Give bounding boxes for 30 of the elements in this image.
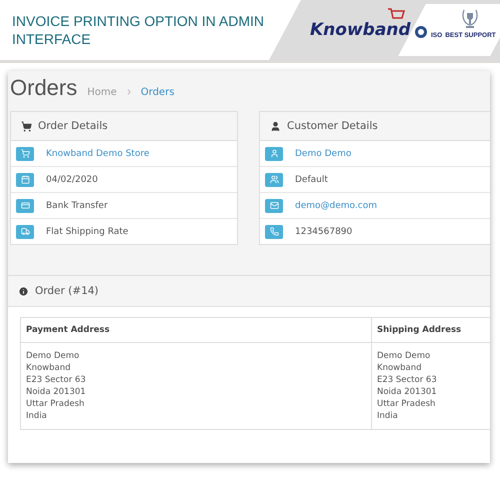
address-line: India: [377, 410, 399, 422]
panel-title: Order Details: [38, 120, 108, 132]
address-line: Knowband: [377, 362, 423, 374]
detail-text: 04/02/2020: [46, 174, 98, 184]
address-line: E23 Sector 63: [377, 374, 438, 386]
address-line: Noida 201301: [26, 386, 87, 398]
banner-title: INVOICE PRINTING OPTION IN ADMIN INTERFACE: [11, 12, 266, 48]
page-title: Orders: [10, 75, 78, 101]
detail-link[interactable]: Knowband Demo Store: [46, 148, 150, 158]
detail-text: 1234567890: [295, 226, 352, 236]
detail-text: Flat Shipping Rate: [46, 226, 128, 236]
breadcrumb-link[interactable]: Home: [87, 87, 117, 98]
address-line: Demo Demo: [377, 350, 432, 362]
address-line: Uttar Pradesh: [377, 398, 436, 410]
column-header: Shipping Address: [372, 318, 490, 342]
address-line: E23 Sector 63: [26, 374, 87, 386]
detail-text: Default: [295, 174, 328, 184]
detail-text: Bank Transfer: [46, 200, 108, 210]
breadcrumb-link[interactable]: Orders: [140, 87, 174, 98]
address-line: Noida 201301: [377, 386, 438, 398]
column-header: Payment Address: [20, 318, 372, 342]
detail-link[interactable]: demo@demo.com: [295, 200, 377, 210]
detail-link[interactable]: Demo Demo: [295, 148, 352, 158]
address-line: Demo Demo: [26, 350, 80, 362]
address-line: India: [26, 410, 48, 422]
panel-title: Customer Details: [287, 120, 378, 132]
address-line: Knowband: [26, 362, 72, 374]
panel-title: Order (#14): [35, 285, 99, 297]
address-line: Uttar Pradesh: [26, 398, 86, 410]
logo: Knowband: [310, 20, 411, 40]
